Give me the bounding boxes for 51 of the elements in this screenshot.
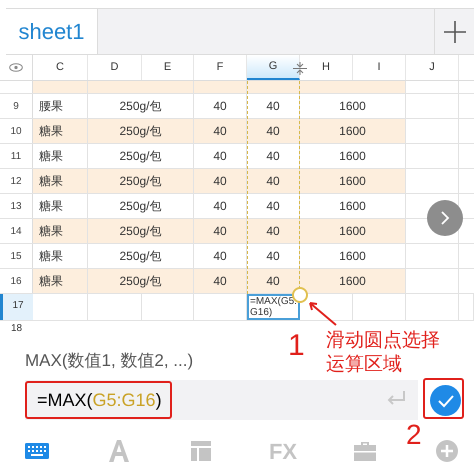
briefcase-icon[interactable]	[354, 441, 376, 461]
formula-text: =MAX(G5:G16)	[37, 388, 162, 412]
plus-icon	[444, 20, 466, 42]
table-cell: 糖果	[33, 119, 88, 143]
table-cell: 糖果	[33, 219, 88, 243]
table-cell: 40	[247, 169, 300, 193]
table-cell: 250g/包	[88, 119, 194, 143]
table-cell: 40	[247, 269, 300, 293]
step-number: 1	[288, 330, 305, 362]
table-cell: 250g/包	[88, 169, 194, 193]
table-cell: 40	[194, 219, 247, 243]
eye-icon[interactable]	[9, 63, 23, 72]
function-hint: MAX(数值1, 数值2, ...)	[25, 350, 194, 372]
annotation-text: 滑动圆点选择	[326, 329, 440, 353]
confirm-button[interactable]	[430, 385, 461, 416]
formula-cell[interactable]: =MAX(G5:G16)	[247, 294, 300, 320]
add-icon[interactable]	[436, 440, 458, 462]
table-cell: 250g/包	[88, 219, 194, 243]
layout-icon[interactable]	[191, 441, 211, 461]
row-number[interactable]: 17	[0, 294, 33, 320]
table-cell: 1600	[300, 269, 406, 293]
column-header[interactable]: E	[142, 55, 194, 80]
chevron-right-icon	[440, 211, 450, 225]
font-icon[interactable]	[108, 440, 130, 462]
step-number: 2	[406, 421, 422, 449]
table-cell: 糖果	[33, 169, 88, 193]
annotation-text: 运算区域	[326, 353, 402, 377]
table-cell: 1600	[300, 119, 406, 143]
column-header[interactable]: J	[406, 55, 459, 80]
table-cell: 40	[194, 119, 247, 143]
column-header[interactable]: D	[88, 55, 142, 80]
column-header[interactable]: G	[247, 55, 300, 80]
keyboard-icon[interactable]	[25, 443, 49, 459]
column-header[interactable]: I	[353, 55, 406, 80]
check-icon	[436, 394, 454, 408]
table-cell: 1600	[300, 219, 406, 243]
table-cell: 1600	[300, 169, 406, 193]
sheet-tab[interactable]: sheet1	[6, 9, 98, 54]
column-header[interactable]: C	[33, 55, 88, 80]
table-cell: 40	[247, 219, 300, 243]
row-number[interactable]: 18	[0, 321, 33, 334]
table-cell: 40	[247, 119, 300, 143]
column-resize-icon[interactable]	[293, 62, 307, 75]
column-header[interactable]: H	[300, 55, 353, 80]
table-cell: 250g/包	[88, 269, 194, 293]
formula-input[interactable]: =MAX(G5:G16)	[25, 380, 418, 420]
pointer-arrow	[306, 300, 338, 326]
highlight-box	[423, 378, 464, 419]
table-cell: 40	[194, 169, 247, 193]
table-cell: 40	[194, 269, 247, 293]
table-cell: 糖果	[33, 269, 88, 293]
